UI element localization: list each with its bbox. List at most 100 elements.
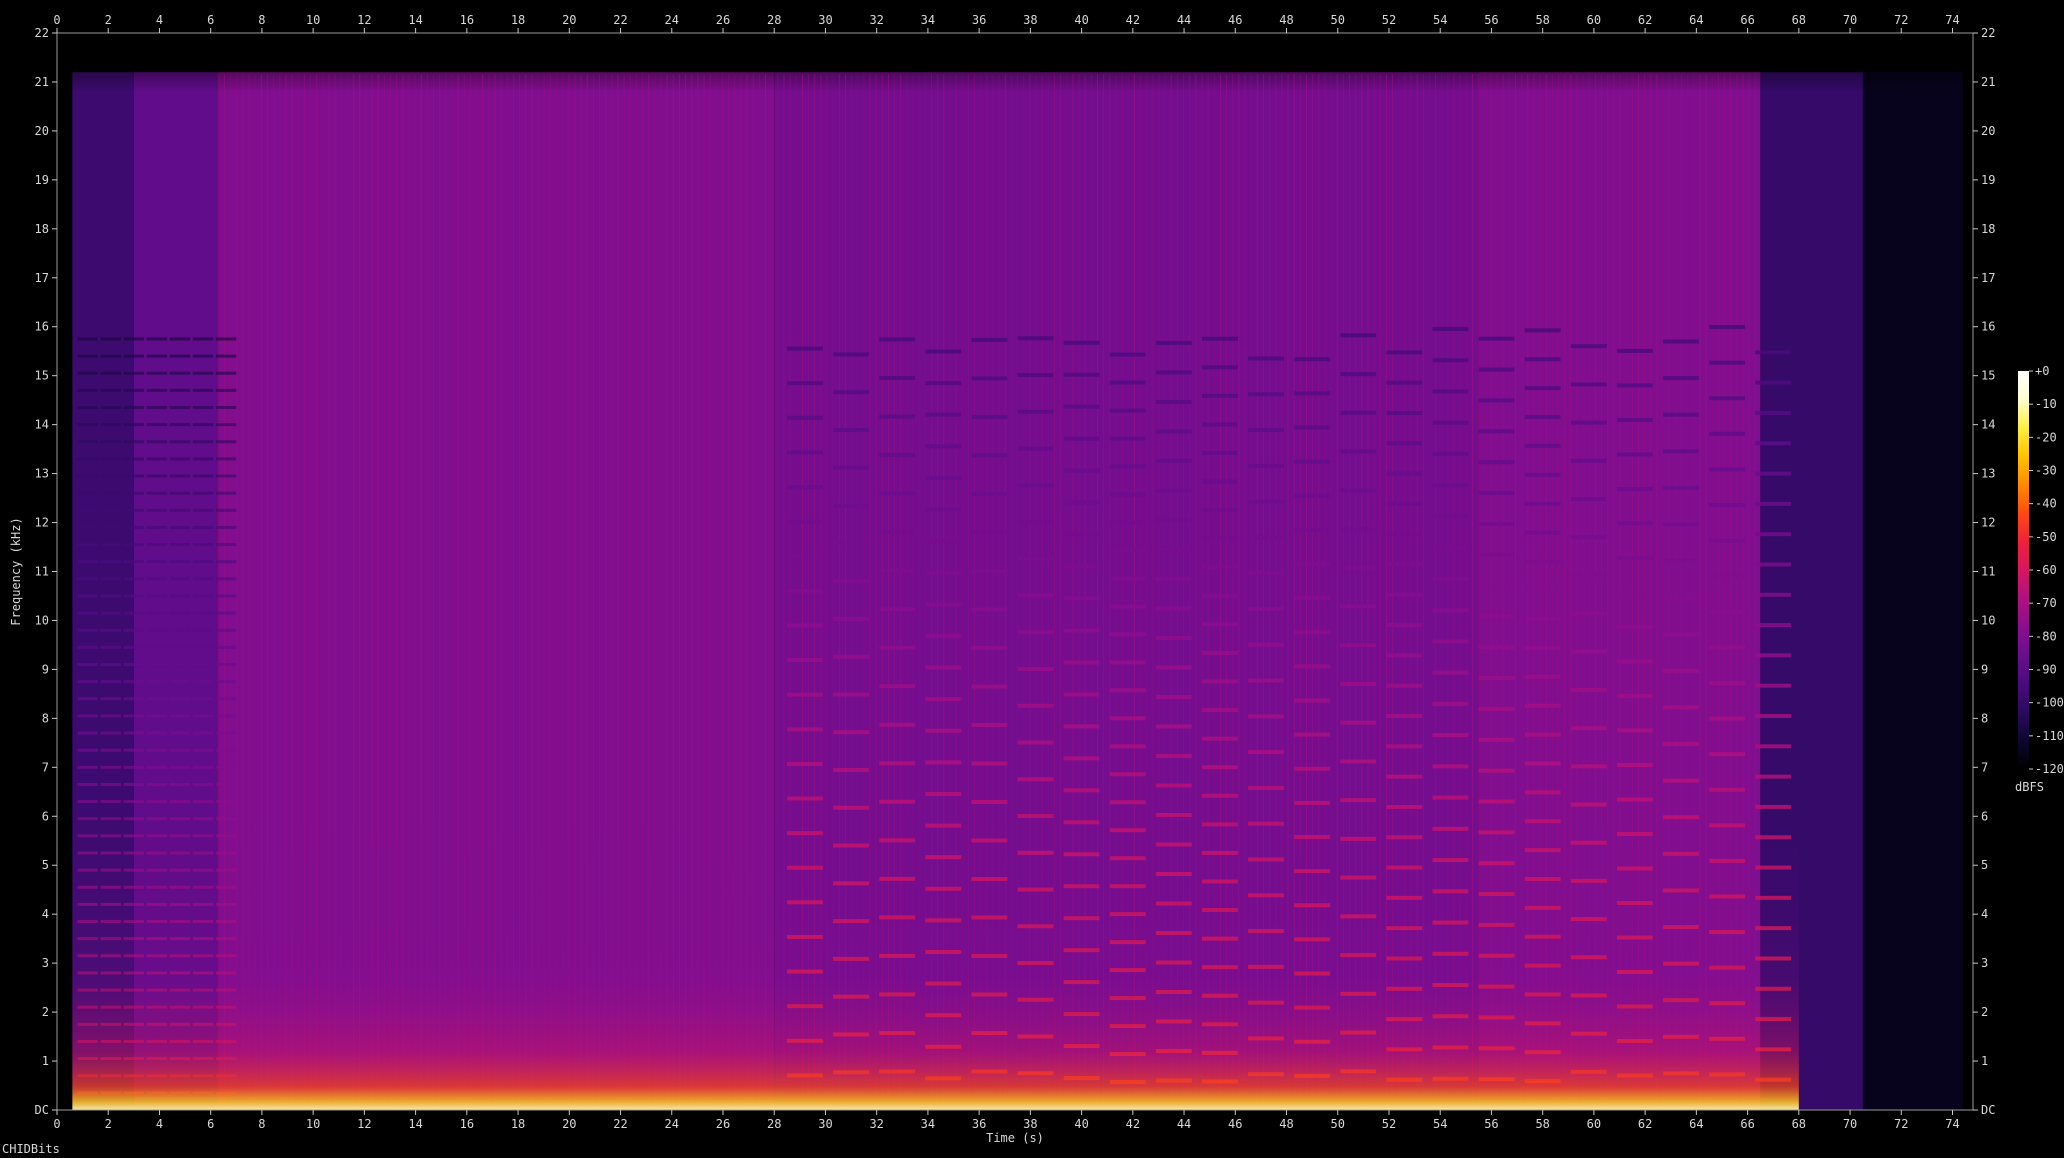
harmonic-band — [1616, 383, 1653, 388]
harmonic-band — [1432, 326, 1469, 331]
harmonic-band — [146, 611, 168, 615]
harmonic-band — [1616, 728, 1653, 733]
harmonic-band — [925, 444, 962, 449]
harmonic-band — [1017, 777, 1054, 782]
harmonic-band — [971, 337, 1008, 342]
harmonic-band — [169, 731, 191, 735]
harmonic-band — [971, 530, 1008, 535]
harmonic-band — [146, 525, 168, 529]
harmonic-band — [1294, 630, 1331, 635]
harmonic-band — [77, 594, 98, 598]
harmonic-band — [100, 440, 122, 444]
spectrogram-figure: 0 2 4 6 8 10 12 14 16 18 20 22 24 26 28 30 32 34 36 38 40 42 4… — [0, 0, 2064, 1158]
y-tick-label: 20 — [35, 124, 49, 138]
harmonic-band — [123, 611, 145, 615]
harmonic-band — [1524, 761, 1561, 766]
x-tick-label: 22 — [613, 13, 627, 27]
harmonic-band — [879, 414, 916, 419]
x-tick-label: 0 — [53, 13, 60, 27]
harmonic-band — [1432, 670, 1469, 675]
harmonic-band — [1570, 382, 1607, 387]
harmonic-band — [1340, 643, 1377, 648]
harmonic-band — [192, 508, 214, 512]
harmonic-band — [215, 525, 237, 529]
harmonic-band — [169, 697, 191, 701]
harmonic-band — [1248, 463, 1284, 468]
x-tick-label: 64 — [1689, 13, 1703, 27]
harmonic-band — [146, 543, 168, 547]
harmonic-band — [215, 388, 237, 392]
harmonic-band — [1755, 653, 1792, 658]
x-tick-label: 0 — [53, 1117, 60, 1131]
harmonic-band — [123, 508, 145, 512]
y-tick-label: 7 — [1981, 760, 1988, 774]
y-tick-label: 9 — [1981, 662, 1988, 676]
x-tick-label: 68 — [1792, 1117, 1806, 1131]
harmonic-band — [1294, 493, 1331, 498]
harmonic-band — [1155, 576, 1192, 581]
x-tick-label: 32 — [869, 1117, 883, 1131]
harmonic-band — [192, 782, 214, 786]
harmonic-band — [1063, 372, 1100, 377]
harmonic-band — [879, 337, 916, 342]
harmonic-band — [1248, 642, 1284, 647]
harmonic-band — [192, 645, 214, 649]
harmonic-band — [1709, 325, 1746, 330]
harmonic-band — [192, 474, 214, 478]
harmonic-band — [1570, 496, 1607, 501]
harmonic-band — [879, 722, 916, 727]
x-tick-label: 30 — [818, 13, 832, 27]
harmonic-band — [1109, 716, 1146, 721]
harmonic-band — [169, 680, 191, 684]
harmonic-band — [169, 560, 191, 564]
harmonic-band — [1755, 562, 1792, 567]
harmonic-band — [169, 457, 191, 461]
harmonic-band — [100, 663, 122, 667]
harmonic-band — [1755, 410, 1792, 415]
harmonic-band — [1386, 714, 1423, 719]
harmonic-band — [192, 371, 214, 375]
harmonic-band — [1155, 517, 1192, 522]
harmonic-band — [192, 457, 214, 461]
harmonic-band — [1248, 607, 1284, 612]
harmonic-band — [879, 453, 916, 458]
harmonic-band — [1478, 799, 1515, 804]
harmonic-band — [123, 491, 145, 495]
y-tick-label: 10 — [35, 613, 49, 627]
harmonic-band — [1709, 574, 1746, 579]
harmonic-band — [215, 560, 237, 564]
colorbar-tick-label: -120 — [2035, 762, 2064, 776]
harmonic-band — [1340, 681, 1377, 686]
y-axis-left: DC12345678910111213141516171819202122 — [35, 26, 57, 1117]
harmonic-band — [123, 731, 145, 735]
harmonic-band — [123, 782, 145, 786]
colorbar-tick-label: -100 — [2035, 696, 2064, 710]
harmonic-band — [146, 474, 168, 478]
harmonic-band — [1063, 340, 1100, 345]
harmonic-band — [77, 731, 98, 735]
harmonic-band — [1063, 756, 1100, 761]
harmonic-band — [77, 406, 98, 410]
harmonic-band — [77, 525, 98, 529]
harmonic-band — [1755, 350, 1792, 355]
harmonic-band — [1432, 701, 1469, 706]
y-tick-label: 8 — [42, 711, 49, 725]
y-axis-right: DC12345678910111213141516171819202122 — [1973, 26, 1995, 1117]
harmonic-band — [1017, 556, 1054, 561]
harmonic-band — [1386, 441, 1423, 446]
harmonic-band — [1524, 328, 1561, 333]
y-tick-label: 2 — [1981, 1005, 1988, 1019]
harmonic-band — [77, 714, 98, 718]
x-tick-label: 22 — [613, 1117, 627, 1131]
colorbar-tick-label: +0 — [2035, 364, 2049, 378]
harmonic-band — [1109, 464, 1146, 469]
y-tick-label: 16 — [35, 320, 49, 334]
colorbar-label: dBFS — [2015, 780, 2044, 794]
harmonic-band — [169, 423, 191, 427]
harmonic-band — [1248, 571, 1284, 576]
harmonic-band — [77, 782, 98, 786]
harmonic-band — [1386, 653, 1423, 658]
harmonic-band — [100, 577, 122, 581]
harmonic-band — [1017, 740, 1054, 745]
x-tick-label: 46 — [1228, 1117, 1242, 1131]
